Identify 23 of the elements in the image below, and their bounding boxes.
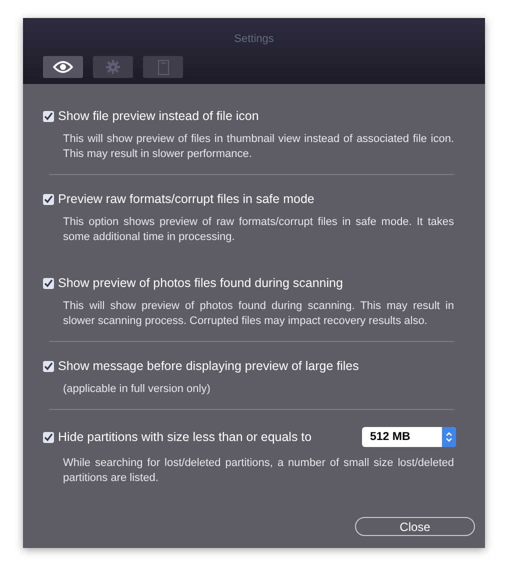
stepper-arrows-icon	[445, 431, 453, 443]
gear-icon	[106, 60, 120, 74]
size-select[interactable]: 512 MB	[362, 427, 456, 447]
checkbox[interactable]	[43, 194, 54, 204]
option-description: This option shows preview of raw formats/corrupt files in safe mode. It takes some additional time in processing.	[63, 215, 454, 245]
checkbox[interactable]	[43, 110, 54, 122]
option-description: While searching for lost/deleted partitions, a number of small size lost/deleted partitions are listed.	[63, 456, 454, 486]
option-label: Show file preview instead of file icon	[58, 109, 260, 123]
option-description: This will show preview of photos found during scanning. This may result in slower scanning process. Corrupted files may impact recovery results also.	[63, 299, 454, 329]
toolbar-tab[interactable]	[43, 56, 83, 78]
option-label: Preview raw formats/corrupt files in safe mode	[58, 192, 316, 206]
window-title: Settings	[234, 33, 274, 45]
option-label: Show preview of photos files found during scanning	[58, 276, 344, 290]
book-icon	[158, 60, 168, 74]
option-description: This will show preview of files in thumbnail view instead of associated file icon. This may result in slower performance.	[63, 132, 454, 162]
option-label: Show message before displaying preview of large files	[58, 359, 360, 373]
checkbox[interactable]	[43, 278, 54, 288]
option-label: Hide partitions with size less than or equals to	[58, 430, 313, 444]
eye-icon	[53, 61, 73, 73]
close-button[interactable]: Close	[355, 517, 475, 536]
option-description: (applicable in full version only)	[63, 382, 212, 397]
checkbox[interactable]	[43, 360, 54, 372]
checkbox[interactable]	[43, 432, 54, 442]
